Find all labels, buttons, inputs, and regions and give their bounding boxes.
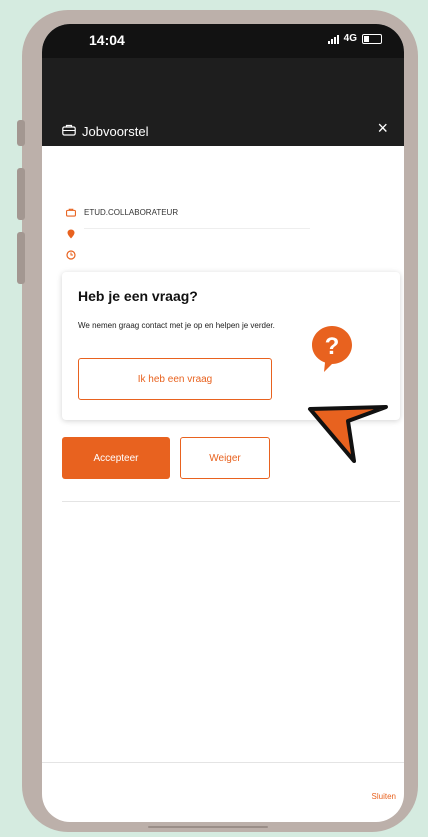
app-header: Jobvoorstel × xyxy=(42,58,404,146)
pointer-arrow-icon xyxy=(308,405,388,463)
close-link[interactable]: Sluiten xyxy=(372,792,396,801)
location-row xyxy=(66,229,76,239)
question-text: We nemen graag contact met je op en help… xyxy=(78,321,275,330)
ask-question-button[interactable]: Ik heb een vraag xyxy=(78,358,272,400)
page-title: Jobvoorstel xyxy=(82,124,149,139)
status-indicators: 4G xyxy=(327,33,382,44)
time-row xyxy=(66,250,76,260)
content-divider xyxy=(62,501,400,502)
signal-icon xyxy=(327,34,339,44)
battery-icon xyxy=(362,33,382,44)
decline-button[interactable]: Weiger xyxy=(180,437,270,479)
home-indicator xyxy=(148,826,268,828)
job-title-row: ETUD.COLLABORATEUR xyxy=(66,208,178,217)
status-bar: 14:04 4G xyxy=(42,24,404,58)
svg-text:?: ? xyxy=(325,333,340,360)
footer-divider xyxy=(42,762,404,763)
network-label: 4G xyxy=(343,33,357,44)
clock-icon xyxy=(66,250,76,260)
job-title: ETUD.COLLABORATEUR xyxy=(84,208,179,217)
location-pin-icon xyxy=(67,229,75,239)
accept-button[interactable]: Accepteer xyxy=(62,437,170,479)
question-bubble-icon: ? xyxy=(312,326,352,372)
info-divider xyxy=(84,228,310,229)
phone-volume-up xyxy=(17,168,25,220)
phone-mute-switch xyxy=(17,120,25,146)
briefcase-icon xyxy=(66,208,76,217)
close-button[interactable]: × xyxy=(377,118,388,139)
briefcase-icon xyxy=(62,124,76,136)
question-heading: Heb je een vraag? xyxy=(78,288,198,304)
phone-volume-down xyxy=(17,232,25,284)
status-time: 14:04 xyxy=(89,32,125,48)
